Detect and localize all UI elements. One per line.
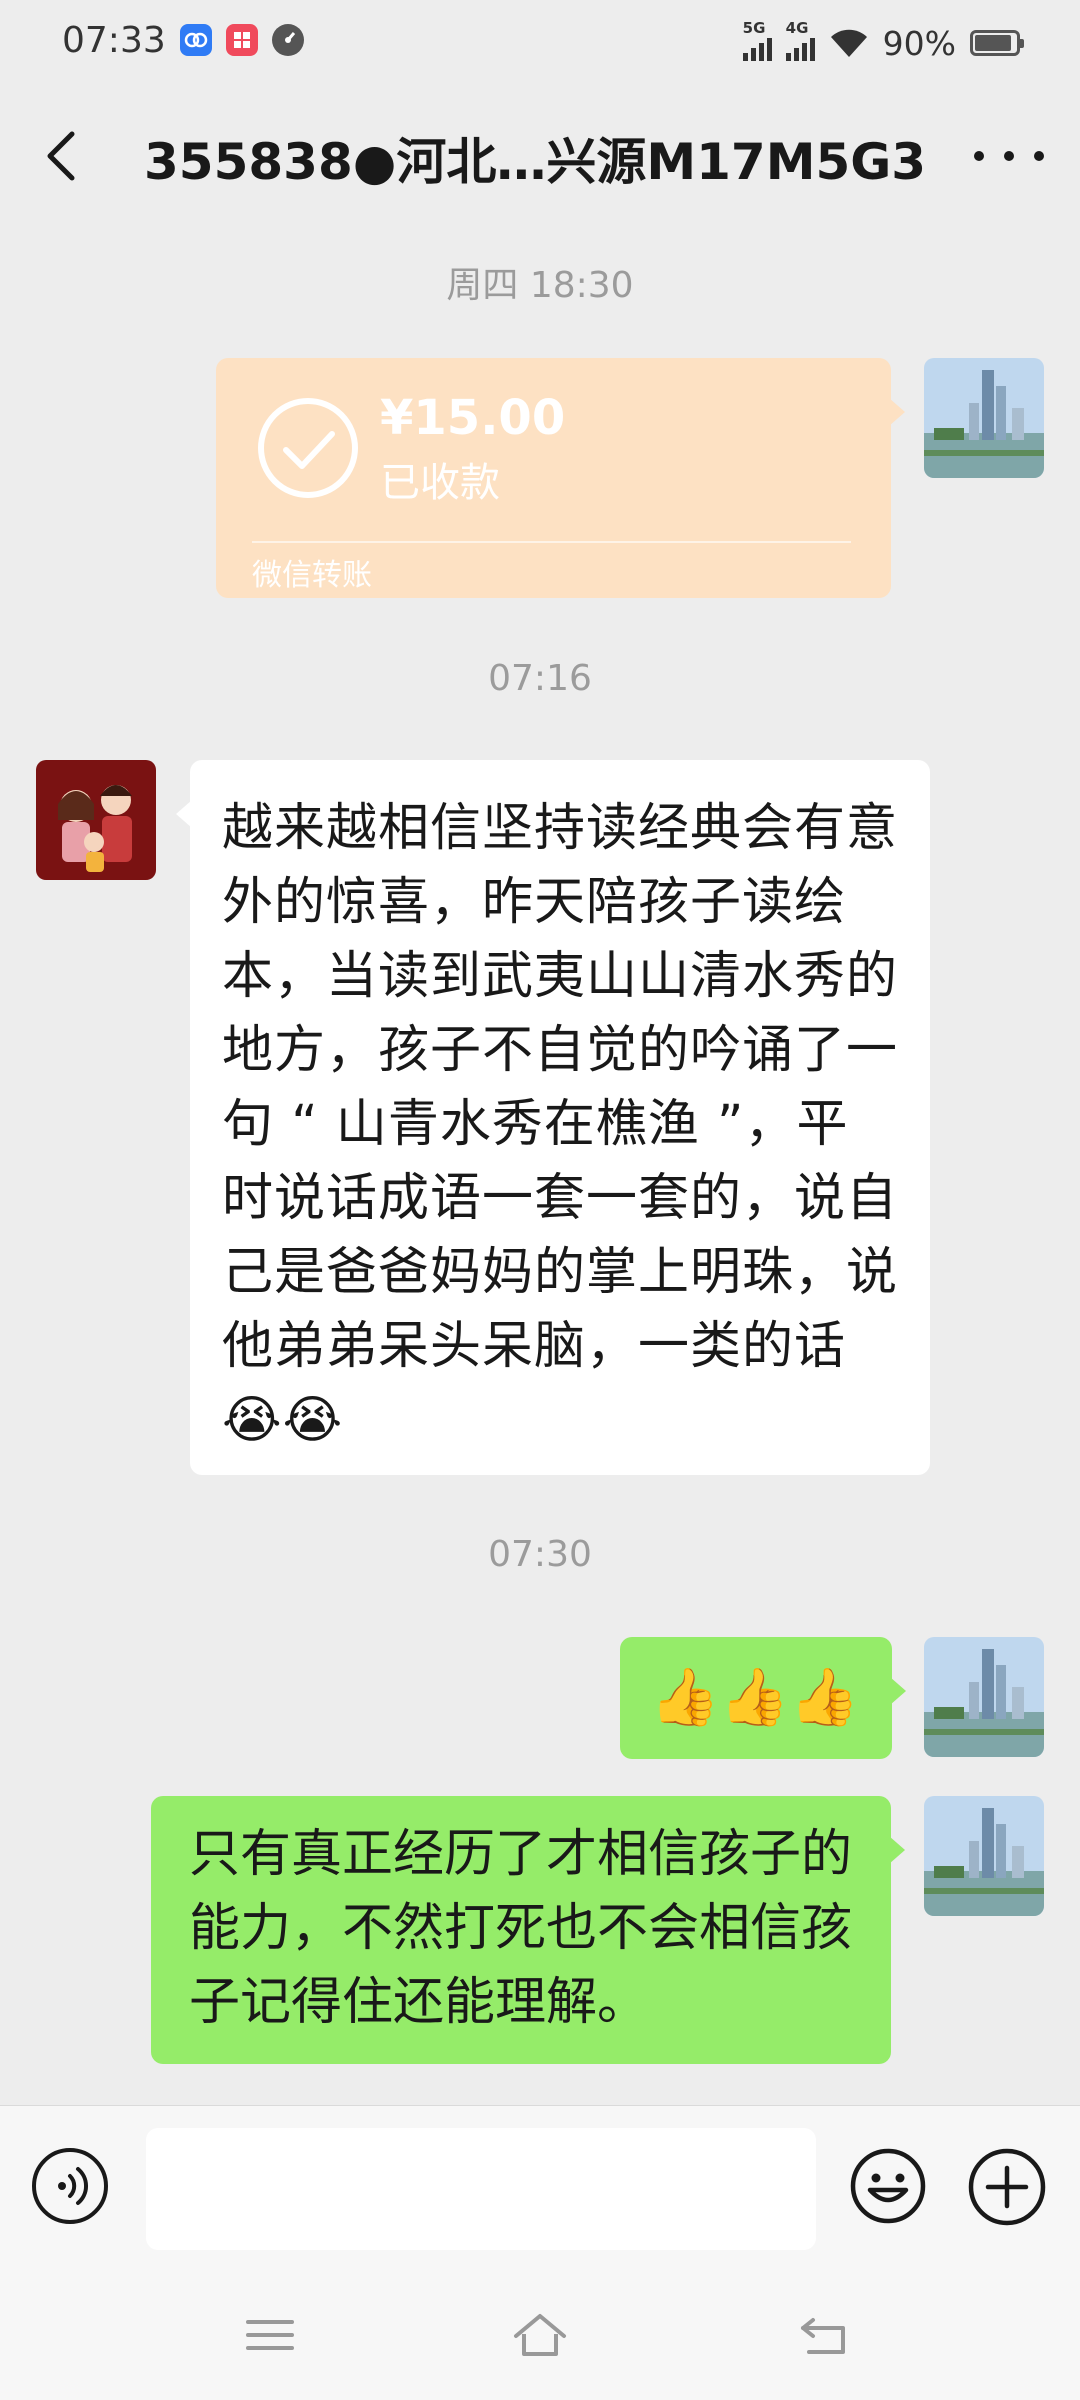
- network-5g-label: 5G: [742, 19, 766, 37]
- emoji-icon[interactable]: [848, 2146, 928, 2226]
- back-icon[interactable]: [795, 2310, 855, 2360]
- home-icon[interactable]: [510, 2310, 570, 2360]
- status-time: 07:33: [62, 20, 166, 61]
- message-bubble-outgoing[interactable]: 只有真正经历了才相信孩子的能力，不然打死也不会相信孩子记得住还能理解。: [151, 1796, 905, 2064]
- my-avatar[interactable]: [924, 358, 1044, 478]
- app-notification-icon: [180, 24, 212, 56]
- message-bubble-outgoing[interactable]: 👍👍👍: [620, 1637, 906, 1759]
- contact-avatar[interactable]: [36, 760, 156, 880]
- status-bar: 07:33 5G 4G 90%: [0, 0, 1080, 86]
- wifi-icon: [830, 29, 867, 57]
- speed-gauge-icon: [272, 24, 304, 56]
- battery-percent: 90%: [882, 23, 956, 63]
- message-bubble-incoming[interactable]: 越来越相信坚持读经典会有意外的惊喜，昨天陪孩子读绘本，当读到武夷山山清水秀的地方…: [176, 760, 930, 1475]
- plus-icon[interactable]: [966, 2146, 1048, 2228]
- message-text: 👍👍👍: [650, 1665, 860, 1730]
- signal-4g-icon: 4G: [785, 19, 815, 61]
- my-avatar[interactable]: [924, 1637, 1044, 1757]
- signal-5g-icon: 5G: [742, 19, 772, 61]
- chat-screen: 07:33 5G 4G 90% 355838●河北…兴源M17M5G3 周四 1…: [0, 0, 1080, 2400]
- status-indicators: 5G 4G 90%: [742, 19, 1024, 66]
- my-avatar[interactable]: [924, 1796, 1044, 1916]
- message-input[interactable]: [146, 2128, 816, 2250]
- transfer-amount: ¥15.00: [380, 390, 566, 446]
- message-text: 越来越相信坚持读经典会有意外的惊喜，昨天陪孩子读绘本，当读到武夷山山清水秀的地方…: [222, 799, 899, 1450]
- message-text: 只有真正经历了才相信孩子的能力，不然打死也不会相信孩子记得住还能理解。: [189, 1825, 853, 2032]
- battery-icon: [970, 30, 1024, 56]
- app-notification-icon: [226, 24, 258, 56]
- back-arrow-icon[interactable]: [34, 126, 94, 186]
- system-nav-bar: [0, 2270, 1080, 2400]
- check-circle-icon: [258, 398, 358, 498]
- menu-icon[interactable]: [240, 2310, 300, 2360]
- transfer-card[interactable]: ¥15.00 已收款 微信转账: [216, 358, 905, 598]
- transfer-divider: [252, 541, 851, 543]
- message-timestamp: 周四 18:30: [446, 265, 634, 306]
- transfer-footer: 微信转账: [252, 558, 372, 593]
- input-bar: [0, 2105, 1080, 2271]
- network-4g-label: 4G: [785, 19, 809, 37]
- chat-title: 355838●河北…兴源M17M5G3: [144, 133, 927, 191]
- voice-icon[interactable]: [32, 2148, 108, 2224]
- message-timestamp: 07:16: [488, 658, 592, 699]
- chat-header: 355838●河北…兴源M17M5G3: [0, 86, 1080, 226]
- message-timestamp: 07:30: [488, 1534, 592, 1575]
- transfer-status: 已收款: [380, 460, 500, 506]
- more-dots-icon[interactable]: [974, 136, 1044, 176]
